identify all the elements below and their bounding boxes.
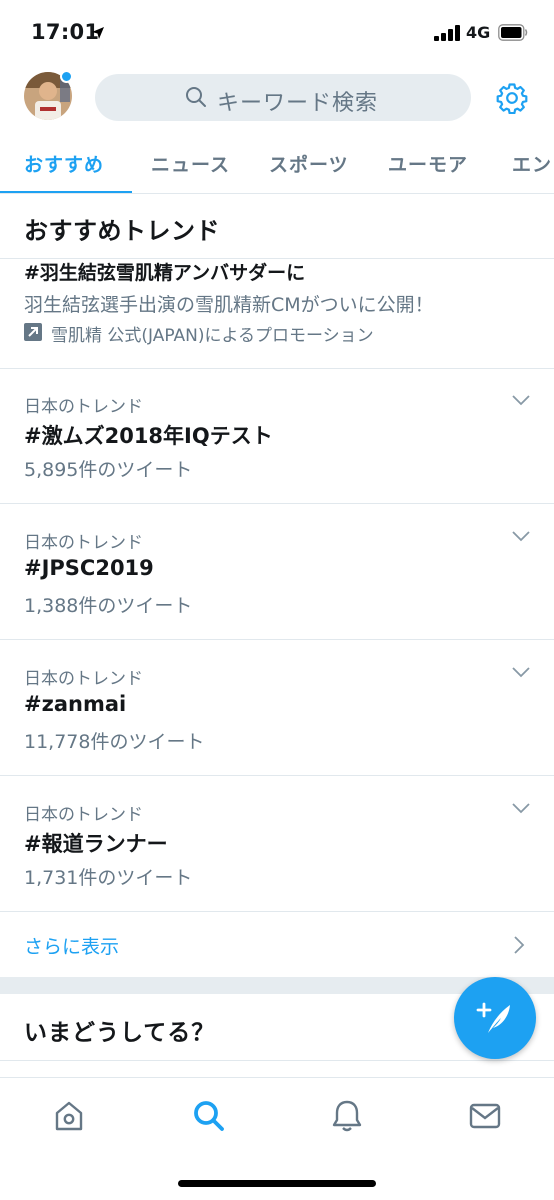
- trend-context: 日本のトレンド: [24, 669, 143, 689]
- trend-name: #激ムズ2018年IQテスト: [24, 424, 273, 448]
- show-more-label: さらに表示: [24, 936, 120, 958]
- tab-news[interactable]: ニュース: [151, 150, 230, 177]
- chevron-right-icon: [514, 936, 525, 954]
- trend-name: #報道ランナー: [24, 832, 168, 856]
- explore-tabs: おすすめ ニュース スポーツ ユーモア エン: [0, 128, 554, 194]
- tab-entertainment[interactable]: エン: [512, 150, 552, 177]
- promoted-trend-name: #羽生結弦雪肌精アンバサダーに: [24, 262, 306, 284]
- active-tab-indicator: [0, 191, 132, 193]
- battery-icon: [498, 24, 528, 41]
- trend-tweet-count: 5,895件のツイート: [24, 459, 193, 481]
- chevron-down-icon[interactable]: [511, 802, 531, 814]
- promoted-arrow-icon: [24, 323, 42, 341]
- status-time: 17:01: [31, 20, 100, 44]
- tab-sports[interactable]: スポーツ: [269, 150, 349, 177]
- network-label: 4G: [466, 23, 491, 42]
- tab-humor[interactable]: ユーモア: [388, 150, 468, 177]
- trend-tweet-count: 1,388件のツイート: [24, 595, 193, 617]
- tab-osusume[interactable]: おすすめ: [24, 150, 104, 177]
- search-input[interactable]: キーワード検索: [95, 74, 471, 121]
- trend-context: 日本のトレンド: [24, 397, 143, 417]
- whats-happening-title: いまどうしてる？: [24, 1020, 216, 1046]
- promoted-by-text: 雪肌精 公式(JAPAN)によるプロモーション: [51, 326, 374, 346]
- status-bar: 17:01 4G: [0, 0, 554, 66]
- feather-plus-icon: [476, 1002, 510, 1033]
- home-indicator[interactable]: [178, 1180, 376, 1187]
- search-icon: [186, 87, 206, 107]
- trend-item[interactable]: 日本のトレンド #激ムズ2018年IQテスト 5,895件のツイート: [0, 368, 554, 504]
- mail-icon[interactable]: [467, 1098, 503, 1134]
- signal-icon: [434, 25, 462, 41]
- search-placeholder: キーワード検索: [217, 91, 379, 116]
- notification-dot: [60, 70, 73, 83]
- search-icon[interactable]: [191, 1098, 227, 1134]
- chevron-down-icon[interactable]: [511, 666, 531, 678]
- trend-item[interactable]: 日本のトレンド #JPSC2019 1,388件のツイート: [0, 504, 554, 640]
- trend-name: #JPSC2019: [24, 556, 154, 580]
- trend-tweet-count: 1,731件のツイート: [24, 867, 193, 889]
- section-divider: [0, 1060, 554, 1061]
- trend-context: 日本のトレンド: [24, 533, 143, 553]
- trend-item[interactable]: 日本のトレンド #報道ランナー 1,731件のツイート: [0, 776, 554, 912]
- trend-context: 日本のトレンド: [24, 805, 143, 825]
- trend-name: #zanmai: [24, 692, 127, 716]
- location-arrow-icon: [92, 27, 104, 39]
- chevron-down-icon[interactable]: [511, 394, 531, 406]
- promoted-trend-description: 羽生結弦選手出演の雪肌精新CMがついに公開！: [24, 294, 434, 316]
- trend-item[interactable]: 日本のトレンド #zanmai 11,778件のツイート: [0, 640, 554, 776]
- bell-icon[interactable]: [329, 1098, 365, 1134]
- trend-tweet-count: 11,778件のツイート: [24, 731, 205, 753]
- chevron-down-icon[interactable]: [511, 530, 531, 542]
- section-title: おすすめトレンド: [24, 217, 220, 245]
- gear-icon[interactable]: [496, 82, 528, 114]
- show-more-link[interactable]: さらに表示: [0, 912, 554, 977]
- home-icon[interactable]: [51, 1098, 87, 1134]
- compose-tweet-button[interactable]: [454, 977, 536, 1059]
- top-bar: キーワード検索: [0, 66, 554, 128]
